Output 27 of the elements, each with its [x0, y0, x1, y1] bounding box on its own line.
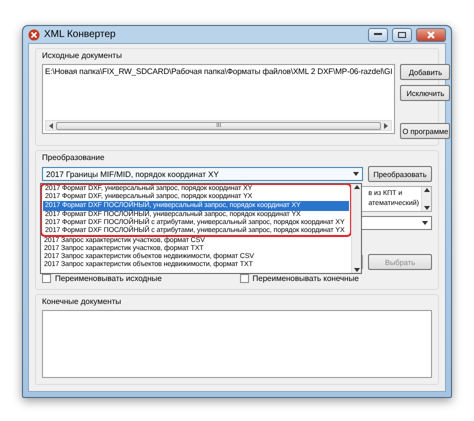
checkbox[interactable] [240, 274, 248, 283]
group-label: Преобразование [42, 153, 106, 162]
minimize-button[interactable] [368, 28, 388, 42]
close-button[interactable] [416, 28, 446, 42]
maximize-icon [398, 32, 406, 38]
format-dropdown[interactable]: 2017 Границы MIF/MID, порядок координат XY [42, 167, 363, 181]
window-title: XML Конвертер [44, 29, 117, 40]
checkbox-text: Переименовывать исходные [55, 274, 162, 283]
caret-icon[interactable] [353, 172, 359, 176]
group-label: Конечные документы [42, 297, 122, 306]
scroll-right-icon[interactable] [384, 122, 388, 128]
close-icon [427, 30, 435, 38]
app-icon [28, 28, 40, 40]
file-path[interactable]: E:\Новая папка\FIX_RW_SDCARD\Рабочая папка\Форматы файлов\XML 2 DXF\MP-06-razdel\GI [45, 67, 392, 120]
checkbox-text: Переименовывать конечные [252, 274, 359, 283]
vertical-scrollbar[interactable] [351, 184, 361, 273]
group-label: Исходные документы [42, 51, 123, 60]
scroll-up-icon[interactable] [424, 188, 430, 192]
output-file-list[interactable] [42, 310, 432, 378]
vertical-scrollbar[interactable] [421, 187, 431, 211]
scroll-left-icon[interactable] [49, 122, 53, 128]
caret-icon[interactable] [422, 221, 428, 225]
minimize-icon [374, 33, 382, 36]
maximize-button[interactable] [392, 28, 412, 42]
scroll-up-icon[interactable] [354, 185, 360, 189]
scroll-down-icon[interactable] [424, 206, 430, 210]
checkbox[interactable] [42, 274, 51, 283]
